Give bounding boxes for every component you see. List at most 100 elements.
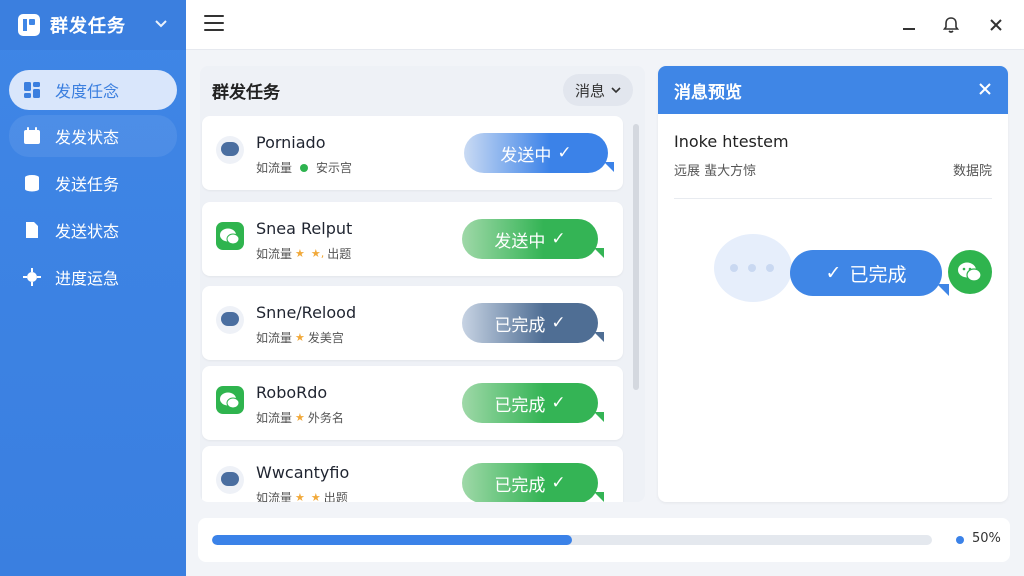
top-bar <box>186 0 1024 50</box>
message-icon <box>216 306 244 334</box>
gear-icon <box>23 268 41 286</box>
status-pill[interactable]: 发送中 ✓ <box>462 219 604 259</box>
progress-label: 50% <box>972 531 1001 546</box>
status-label: 已完成 <box>494 475 546 496</box>
typing-bubble-icon <box>714 234 792 302</box>
completed-message-bubble: ✓ 已完成 <box>790 250 949 296</box>
bubble-text: 已完成 <box>849 263 907 286</box>
status-pill[interactable]: 发送中 ✓ <box>464 133 614 173</box>
filter-label: 消息 <box>574 81 605 100</box>
close-icon[interactable] <box>978 80 992 101</box>
task-meta: 如流量 ★ ★ 出题 <box>256 489 348 502</box>
task-card[interactable]: Snea Relput 如流量 ★ ★, 出题 发送中 ✓ <box>202 202 623 276</box>
sidebar-item-progress[interactable]: 进度运急 <box>9 256 177 298</box>
check-icon: ✓ <box>557 143 572 163</box>
task-name: RoboRdo <box>256 383 328 402</box>
wechat-icon <box>216 222 244 250</box>
check-icon: ✓ <box>551 393 566 413</box>
sidebar-item-send-task[interactable]: 发送任务 <box>9 162 177 204</box>
progress-panel: 50% <box>198 518 1010 562</box>
task-meta: 如流量 安示宫 <box>256 159 352 176</box>
star-icon: ★ <box>310 491 321 502</box>
preview-header: 消息预览 <box>658 66 1008 114</box>
preview-message-title: Inoke htestem <box>674 132 789 151</box>
star-icon: ★ <box>295 247 305 260</box>
chevron-down-icon[interactable] <box>154 17 168 33</box>
preview-title: 消息预览 <box>674 82 742 103</box>
star-icon: ★ <box>295 331 305 344</box>
sidebar-item-label: 进度运急 <box>55 269 120 288</box>
scrollbar[interactable] <box>633 124 639 390</box>
task-name: Porniado <box>256 133 326 152</box>
check-icon: ✓ <box>551 473 566 493</box>
progress-bar <box>212 535 932 545</box>
status-label: 已完成 <box>494 395 546 416</box>
star-icon: ★ <box>295 411 305 424</box>
minimize-icon[interactable] <box>896 12 922 38</box>
status-dot-icon <box>300 163 309 172</box>
task-meta-b: 发美宫 <box>307 331 344 345</box>
task-card[interactable]: RoboRdo 如流量 ★ 外务名 已完成 ✓ <box>202 366 623 440</box>
sidebar-item-label: 发送状态 <box>55 222 120 241</box>
divider <box>674 198 992 199</box>
sidebar: 群发任务 发度任念 发发状态 发送任务 发送状态 进度运急 <box>0 0 186 576</box>
check-icon: ✓ <box>551 229 566 249</box>
preview-message-subtitle: 远展 蜚大方惊 <box>674 164 757 179</box>
database-icon <box>23 174 41 192</box>
task-meta-b: 外务名 <box>307 411 344 425</box>
task-name: Snne/Relood <box>256 303 357 322</box>
task-card[interactable]: Wwcantyfio 如流量 ★ ★ 出题 已完成 ✓ <box>202 446 623 502</box>
task-meta-a: 如流量 <box>256 331 293 345</box>
progress-fill <box>212 535 572 545</box>
menu-icon[interactable] <box>204 15 224 33</box>
status-label: 发送中 <box>500 145 552 166</box>
sidebar-nav: 发度任念 发发状态 发送任务 发送状态 进度运急 <box>0 50 186 298</box>
task-meta: 如流量 ★ 外务名 <box>256 409 344 426</box>
wechat-icon <box>216 386 244 414</box>
task-card[interactable]: Snne/Relood 如流量 ★ 发美宫 已完成 ✓ <box>202 286 623 360</box>
status-pill[interactable]: 已完成 ✓ <box>462 383 604 423</box>
task-meta: 如流量 ★ 发美宫 <box>256 329 344 346</box>
app-title: 群发任务 <box>50 16 126 37</box>
preview-message-tag: 数据院 <box>952 164 992 179</box>
message-preview-panel: 消息预览 Inoke htestem 远展 蜚大方惊 数据院 ✓ 已完成 <box>658 66 1008 502</box>
task-meta-b: 出题 <box>327 247 352 261</box>
task-meta-a: 如流量 <box>256 491 293 502</box>
task-name: Wwcantyfio <box>256 463 350 482</box>
chevron-down-icon <box>611 83 621 97</box>
status-pill[interactable]: 已完成 ✓ <box>462 463 604 502</box>
check-icon: ✓ <box>551 313 566 333</box>
sidebar-item-label: 发度任念 <box>55 82 120 101</box>
task-panel-header: 群发任务 消息 <box>200 66 645 114</box>
message-icon <box>216 466 244 494</box>
star-icon: ★ <box>295 491 305 502</box>
status-label: 已完成 <box>494 315 546 336</box>
task-name: Snea Relput <box>256 219 353 238</box>
app-logo-icon <box>18 14 40 36</box>
close-window-icon[interactable] <box>983 12 1009 38</box>
document-icon <box>23 221 41 239</box>
message-icon <box>216 136 244 164</box>
progress-dot-icon <box>956 536 964 544</box>
status-label: 发送中 <box>494 231 546 252</box>
task-panel-title: 群发任务 <box>212 82 280 103</box>
task-meta-b: 出题 <box>323 491 348 502</box>
sidebar-item-send-state[interactable]: 发送状态 <box>9 209 177 251</box>
sidebar-item-label: 发送任务 <box>55 175 120 194</box>
bell-icon[interactable] <box>938 12 964 38</box>
task-meta-b: 安示宫 <box>316 161 353 175</box>
task-card[interactable]: Porniado 如流量 安示宫 发送中 ✓ <box>202 116 623 190</box>
dashboard-icon <box>23 81 41 99</box>
sidebar-item-dashboard[interactable]: 发度任念 <box>9 70 177 110</box>
task-meta-a: 如流量 <box>256 247 293 261</box>
check-icon: ✓ <box>825 262 842 284</box>
star-icon: ★, <box>310 247 325 260</box>
message-filter-dropdown[interactable]: 消息 <box>562 74 633 106</box>
task-meta-a: 如流量 <box>256 411 293 425</box>
status-pill[interactable]: 已完成 ✓ <box>462 303 604 343</box>
task-meta: 如流量 ★ ★, 出题 <box>256 245 351 262</box>
wechat-avatar-icon <box>948 250 992 294</box>
sidebar-item-label: 发发状态 <box>55 128 120 147</box>
app-brand[interactable]: 群发任务 <box>0 0 186 50</box>
sidebar-item-send-status[interactable]: 发发状态 <box>9 115 177 157</box>
